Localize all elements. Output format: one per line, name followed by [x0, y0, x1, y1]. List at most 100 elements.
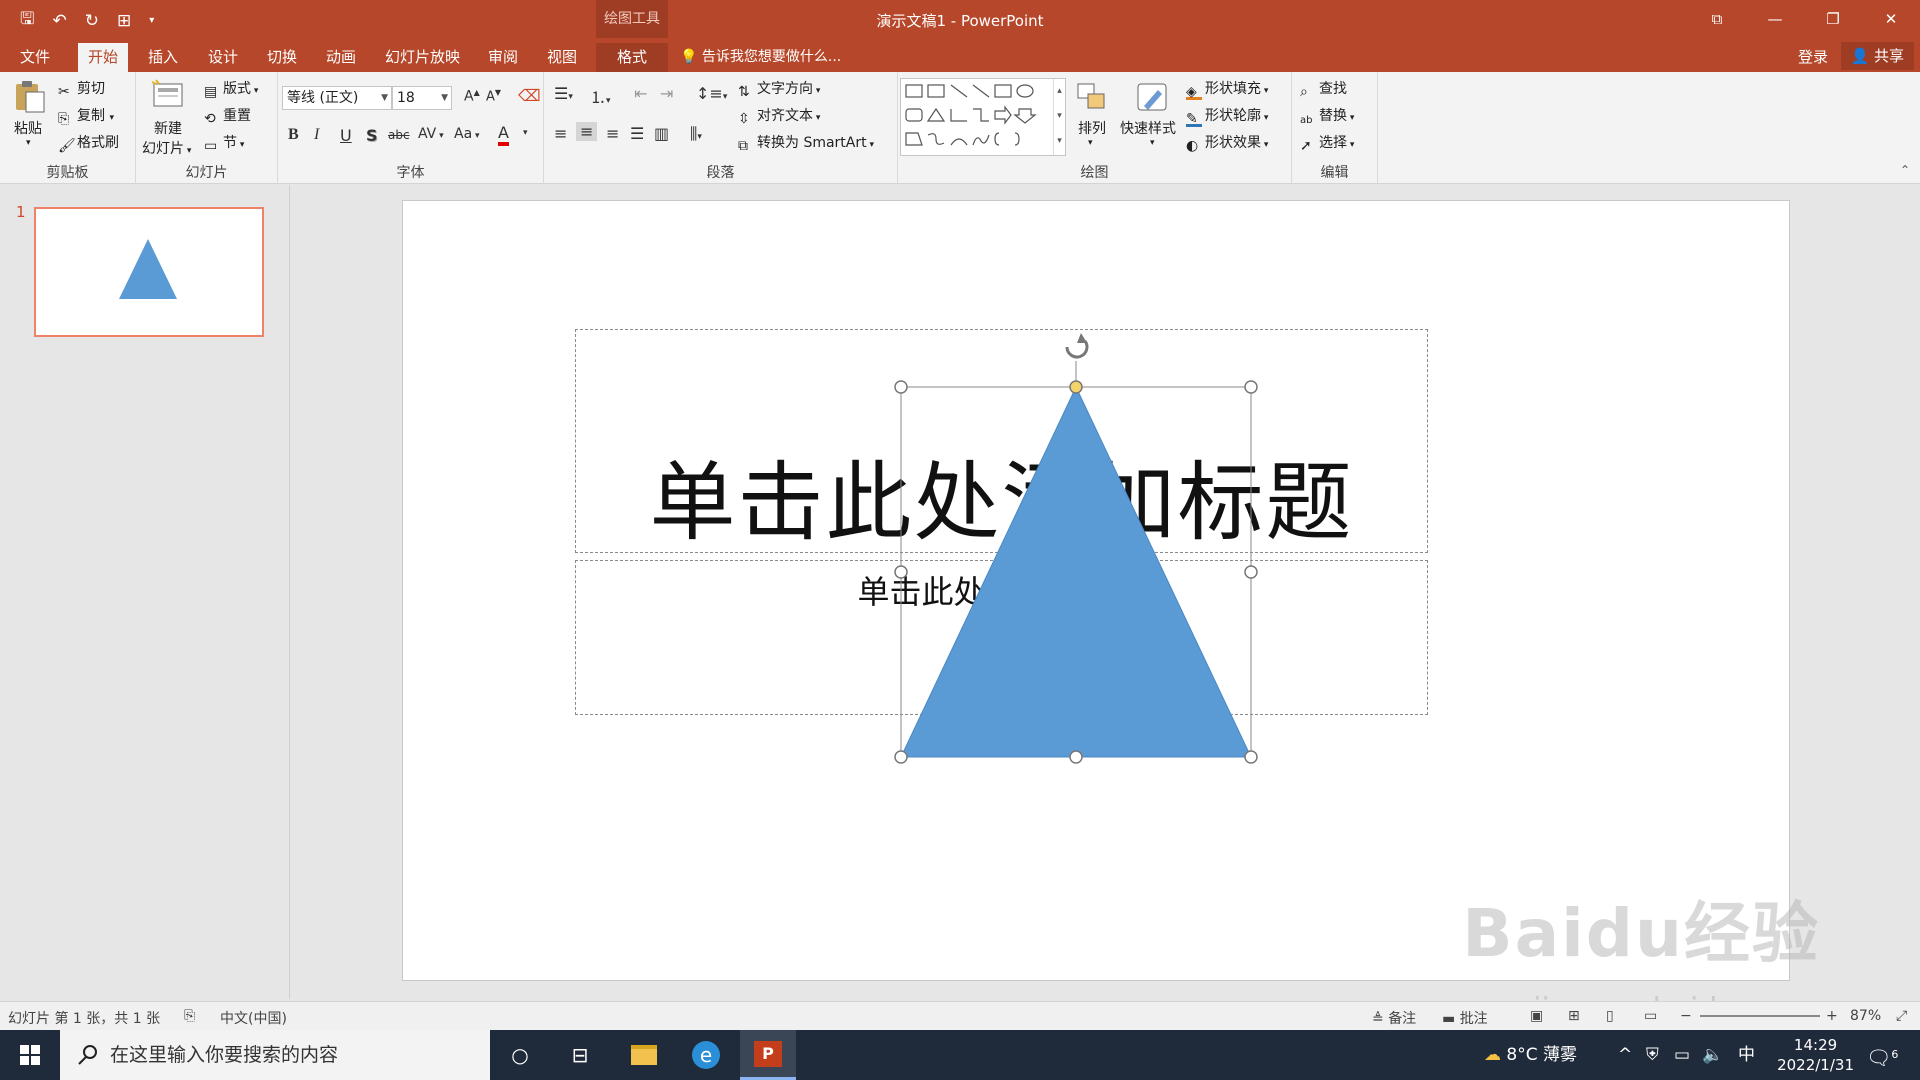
restore-button[interactable]: ❐	[1804, 0, 1862, 38]
tab-format[interactable]: 格式	[596, 43, 668, 72]
battery-icon[interactable]: ▭	[1674, 1030, 1690, 1080]
adjust-handle[interactable]	[1069, 380, 1083, 394]
tab-animations[interactable]: 动画	[316, 43, 366, 72]
ime-indicator[interactable]: 中	[1738, 1030, 1755, 1080]
edge-browser-icon[interactable]: e	[678, 1030, 734, 1080]
tab-file[interactable]: 文件	[10, 43, 60, 72]
align-right-icon[interactable]: ≡	[606, 124, 619, 143]
resize-handle-tr[interactable]	[1244, 380, 1258, 394]
show-hidden-icons[interactable]: ^	[1618, 1030, 1632, 1080]
layout-button[interactable]: ▤ 版式 ▾	[204, 78, 258, 100]
font-name-combo[interactable]: 等线 (正文) ▼	[282, 86, 392, 110]
new-slide-icon[interactable]	[150, 78, 186, 114]
resize-handle-bl[interactable]	[894, 750, 908, 764]
resize-handle-br[interactable]	[1244, 750, 1258, 764]
paste-button[interactable]: 粘贴	[14, 118, 42, 138]
distributed-icon[interactable]: ▥	[654, 124, 669, 143]
volume-icon[interactable]: 🔈	[1702, 1030, 1723, 1080]
tab-review[interactable]: 审阅	[478, 43, 528, 72]
tab-insert[interactable]: 插入	[138, 43, 188, 72]
login-link[interactable]: 登录	[1798, 46, 1828, 67]
section-button[interactable]: ▭ 节 ▾	[204, 132, 244, 154]
align-center-icon[interactable]: ≡	[576, 122, 598, 141]
slide-canvas[interactable]: 单击此处添加标题 单击此处添加副标题	[402, 200, 1790, 981]
language-status[interactable]: 中文(中国)	[220, 1008, 287, 1028]
triangle-shape[interactable]	[900, 385, 1252, 758]
replace-button[interactable]: ab 替换 ▾	[1300, 105, 1354, 131]
clear-formatting-icon[interactable]: ⌫	[518, 86, 541, 105]
numbering-icon[interactable]: ⒈▾	[590, 84, 611, 108]
new-slide-label-2[interactable]: 幻灯片 ▾	[142, 138, 191, 158]
strikethrough-button[interactable]: abc	[388, 128, 410, 142]
paste-icon[interactable]	[12, 78, 48, 114]
fit-to-window-icon[interactable]: ⤢	[1896, 1008, 1907, 1024]
text-shadow-button[interactable]: S	[366, 126, 378, 145]
decrease-indent-icon[interactable]: ⇤	[634, 84, 647, 103]
zoom-out-icon[interactable]: −	[1680, 1008, 1692, 1024]
arrange-dropdown-icon[interactable]: ▾	[1088, 138, 1093, 148]
shape-effects-button[interactable]: ◐ 形状效果 ▾	[1186, 132, 1268, 154]
copy-button[interactable]: ⎘ 复制 ▾	[58, 105, 114, 127]
taskbar-search-box[interactable]: 在这里输入你要搜索的内容	[60, 1030, 490, 1080]
font-color-dropdown-icon[interactable]: ▾	[523, 128, 528, 138]
line-spacing-icon[interactable]: ↕≡▾	[696, 84, 727, 103]
spellcheck-icon[interactable]: ⎘	[184, 1008, 195, 1024]
slide-sorter-icon[interactable]: ⊞	[1568, 1008, 1580, 1024]
weather-widget[interactable]: ☁ 8°C 薄雾	[1484, 1030, 1577, 1080]
quick-styles-icon[interactable]	[1134, 80, 1170, 116]
minimize-button[interactable]: —	[1746, 0, 1804, 38]
slide-thumbnail[interactable]	[34, 207, 264, 337]
file-explorer-icon[interactable]	[616, 1030, 672, 1080]
resize-handle-tl[interactable]	[894, 380, 908, 394]
powerpoint-taskbar-icon[interactable]: P	[740, 1030, 796, 1080]
font-size-combo[interactable]: 18 ▼	[392, 86, 452, 110]
quick-styles-dropdown-icon[interactable]: ▾	[1150, 138, 1155, 148]
shape-fill-button[interactable]: ◈ 形状填充 ▾	[1186, 78, 1268, 100]
collapse-ribbon-icon[interactable]: ⌃	[1900, 163, 1910, 177]
bullets-icon[interactable]: ☰▾	[554, 84, 573, 103]
smartart-button[interactable]: ⧉ 转换为 SmartArt ▾	[738, 132, 874, 154]
windows-start-icon[interactable]	[0, 1030, 60, 1080]
zoom-level[interactable]: 87%	[1850, 1008, 1881, 1024]
underline-button[interactable]: U	[340, 126, 352, 145]
resize-handle-ml[interactable]	[894, 565, 908, 579]
char-spacing-button[interactable]: AV ▾	[418, 126, 444, 142]
rotate-handle-icon[interactable]	[1065, 333, 1089, 359]
shape-outline-button[interactable]: ✎ 形状轮廓 ▾	[1186, 105, 1268, 127]
close-button[interactable]: ✕	[1862, 0, 1920, 38]
zoom-in-icon[interactable]: +	[1826, 1008, 1838, 1024]
zoom-slider[interactable]	[1700, 1015, 1820, 1017]
cortana-icon[interactable]: ○	[492, 1030, 548, 1080]
paste-dropdown-icon[interactable]: ▾	[26, 138, 31, 148]
grow-font-icon[interactable]: A▲	[464, 88, 480, 105]
format-painter-button[interactable]: 🖌格式刷	[58, 132, 119, 154]
italic-button[interactable]: I	[314, 126, 319, 144]
notification-center-icon[interactable]: 🗨6	[1866, 1030, 1898, 1080]
notes-button[interactable]: ≜ 备注	[1372, 1008, 1416, 1028]
tab-transitions[interactable]: 切换	[257, 43, 307, 72]
justify-icon[interactable]: ☰	[630, 124, 644, 143]
resize-handle-mr[interactable]	[1244, 565, 1258, 579]
increase-indent-icon[interactable]: ⇥	[660, 84, 673, 103]
shapes-gallery[interactable]: ▴ ▾ ▾	[900, 78, 1066, 156]
shrink-font-icon[interactable]: A▼	[486, 88, 501, 104]
arrange-label[interactable]: 排列	[1078, 118, 1106, 138]
find-button[interactable]: ⌕ 查找	[1300, 78, 1347, 100]
slideshow-view-icon[interactable]: ▭	[1644, 1008, 1657, 1024]
arrange-icon[interactable]	[1074, 80, 1110, 116]
task-view-icon[interactable]: ⊟	[552, 1030, 608, 1080]
normal-view-icon[interactable]: ▣	[1530, 1008, 1543, 1024]
tab-home[interactable]: 开始	[78, 43, 129, 72]
comments-button[interactable]: ▬ 批注	[1442, 1008, 1488, 1028]
cut-button[interactable]: ✂ 剪切	[58, 78, 105, 100]
resize-handle-bm[interactable]	[1069, 750, 1083, 764]
align-left-icon[interactable]: ≡	[554, 124, 567, 143]
reading-view-icon[interactable]: ▯	[1606, 1008, 1614, 1024]
tab-view[interactable]: 视图	[537, 43, 587, 72]
tell-me-box[interactable]: 💡 告诉我您想要做什么...	[680, 46, 841, 66]
tab-design[interactable]: 设计	[198, 43, 248, 72]
align-text-button[interactable]: ⇳ 对齐文本 ▾	[738, 105, 820, 127]
text-direction-button[interactable]: ⇅ 文字方向 ▾	[738, 78, 820, 100]
quick-styles-label[interactable]: 快速样式	[1120, 118, 1176, 138]
share-button[interactable]: 👤 共享	[1840, 42, 1914, 70]
